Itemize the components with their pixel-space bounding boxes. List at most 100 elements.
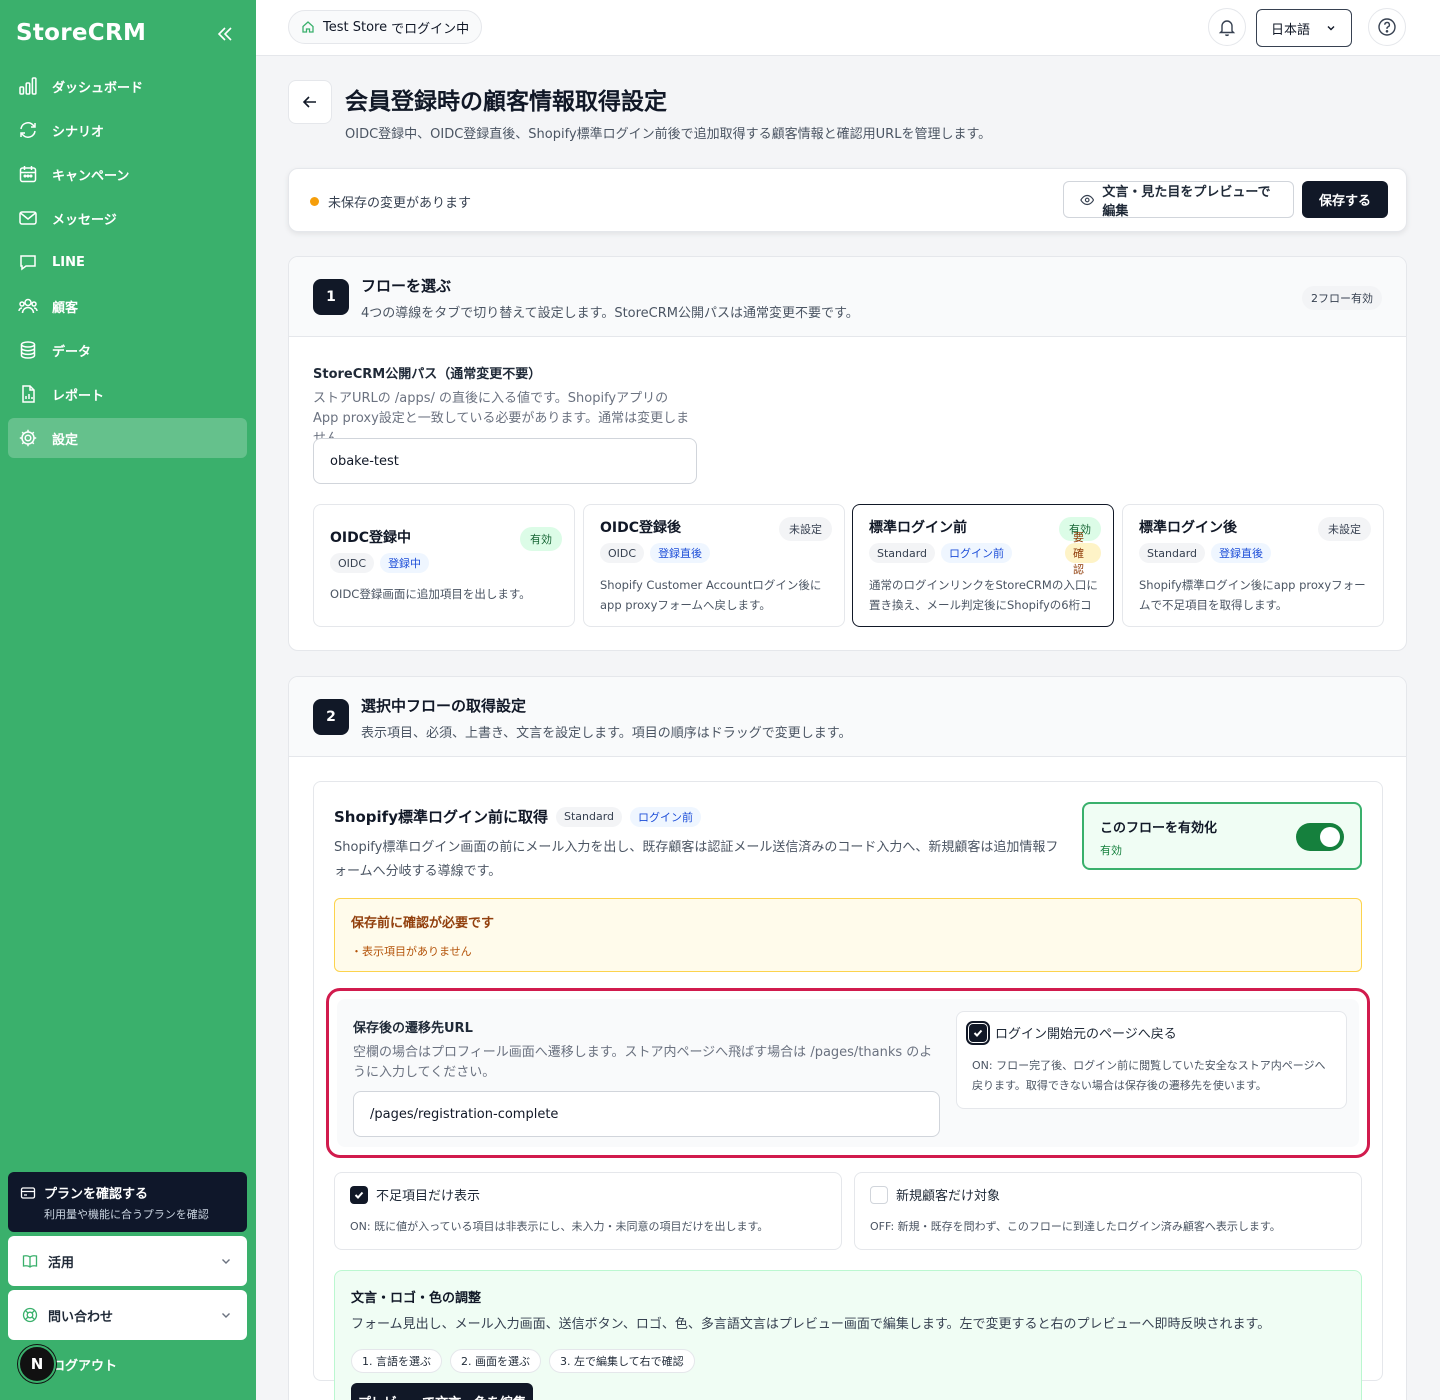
section-subtitle: 表示項目、必須、上書き、文言を設定します。項目の順序はドラッグで変更します。 xyxy=(361,726,852,741)
section-number: 1 xyxy=(313,279,349,315)
sidebar-item-campaign[interactable]: キャンペーン xyxy=(8,154,247,194)
page-title: 会員登録時の顧客情報取得設定 xyxy=(345,89,667,115)
flow-tab-oidc-after[interactable]: OIDC登録後 未設定 OIDC 登録直後 Shopify Customer A… xyxy=(583,504,845,627)
plan-card[interactable]: プランを確認する 利用量や機能に合うプランを確認 xyxy=(8,1172,247,1232)
topbar: Test Store でログイン中 日本語 xyxy=(256,0,1440,56)
return-origin-checkbox[interactable] xyxy=(966,1020,990,1045)
unsaved-dot xyxy=(310,197,319,206)
preview-edit-label: 文言・見た目をプレビューで編集 xyxy=(1102,184,1271,219)
flow-enable-switch[interactable] xyxy=(1296,823,1344,851)
return-origin-checkbox-row[interactable]: ログイン開始元のページへ戻る xyxy=(966,1020,1177,1045)
sidebar-item-dashboard[interactable]: ダッシュボード xyxy=(8,66,247,106)
return-origin-description: ON: フロー完了後、ログイン前に閲覧していた安全なストア内ページへ戻ります。取… xyxy=(972,1059,1326,1092)
unsaved-status: 未保存の変更があります xyxy=(328,196,472,211)
plan-title: プランを確認する xyxy=(44,1187,149,1202)
section-title: フローを選ぶ xyxy=(361,277,452,295)
logout-label: ログアウト xyxy=(52,1358,118,1374)
section-header: 2 選択中フローの取得設定 表示項目、必須、上書き、文言を設定します。項目の順序… xyxy=(289,677,1406,757)
mail-icon xyxy=(19,211,37,225)
new-customers-only-label: 新規顧客だけ対象 xyxy=(896,1189,1001,1204)
design-step: 1. 言語を選ぶ xyxy=(351,1349,442,1373)
missing-only-label: 不足項目だけ表示 xyxy=(376,1189,481,1204)
redirect-url-input[interactable]: /pages/registration-complete xyxy=(353,1091,940,1137)
store-indicator[interactable]: Test Store でログイン中 xyxy=(288,10,483,44)
page-subtitle: OIDC登録中、OIDC登録直後、Shopify標準ログイン前後で追加取得する顧… xyxy=(345,127,992,142)
main-content: 会員登録時の顧客情報取得設定 OIDC登録中、OIDC登録直後、Shopify標… xyxy=(256,56,1440,1400)
sidebar: StoreCRM ダッシュボード シナリオ キャンペーン メッセージ LINE … xyxy=(0,0,256,1400)
flow-status-badge: 未設定 xyxy=(779,517,832,541)
preview-edit-button[interactable]: 文言・見た目をプレビューで編集 xyxy=(1063,181,1294,219)
return-origin-option: ログイン開始元のページへ戻る ON: フロー完了後、ログイン前に閲覧していた安全… xyxy=(956,1011,1347,1109)
gear-icon xyxy=(19,429,37,447)
avatar[interactable]: N xyxy=(18,1345,56,1383)
sidebar-item-settings[interactable]: 設定 xyxy=(8,418,247,458)
validation-warning: 保存前に確認が必要です ・表示項目がありません xyxy=(334,898,1362,972)
sidebar-item-customers[interactable]: 顧客 xyxy=(8,286,247,326)
open-preview-editor-button[interactable]: プレビューで文言・色を編集 xyxy=(351,1383,533,1400)
flow-description: 通常のログインリンクをStoreCRMの入口に置き換え、メール判定後にShopi… xyxy=(869,578,1098,612)
flow-settings-title-text: Shopify標準ログイン前に取得 xyxy=(334,808,548,826)
missing-only-checkbox-row[interactable]: 不足項目だけ表示 xyxy=(350,1185,480,1204)
redirect-url-label: 保存後の遷移先URL xyxy=(353,1021,473,1036)
flow-title: 標準ログイン後 xyxy=(1139,520,1237,536)
section-number: 2 xyxy=(313,699,349,735)
notifications-button[interactable] xyxy=(1208,8,1246,46)
flow-select-card: 1 フローを選ぶ 4つの導線をタブで切り替えて設定します。StoreCRM公開パ… xyxy=(288,256,1407,651)
design-step: 2. 画面を選ぶ xyxy=(450,1349,541,1373)
new-customers-only-checkbox-row[interactable]: 新規顧客だけ対象 xyxy=(870,1185,1000,1204)
flow-description: OIDC登録画面に追加項目を出します。 xyxy=(330,587,531,601)
sidebar-item-label: レポート xyxy=(52,388,105,404)
help-icon xyxy=(1378,18,1396,36)
flow-settings-title: Shopify標準ログイン前に取得 Standard ログイン前 xyxy=(334,806,702,827)
check-icon xyxy=(973,1029,983,1037)
help-button[interactable] xyxy=(1368,8,1406,46)
usage-accordion[interactable]: 活用 xyxy=(8,1236,247,1286)
flow-tab-oidc-registering[interactable]: OIDC登録中 有効 OIDC 登録中 OIDC登録画面に追加項目を出します。 xyxy=(313,504,575,627)
warning-title: 保存前に確認が必要です xyxy=(351,916,495,931)
flow-settings-card: 2 選択中フローの取得設定 表示項目、必須、上書き、文言を設定します。項目の順序… xyxy=(288,676,1407,1400)
sidebar-item-data[interactable]: データ xyxy=(8,330,247,370)
missing-only-description: ON: 既に値が入っている項目は非表示にし、未入力・未同意の項目だけを出します。 xyxy=(350,1220,769,1233)
back-button[interactable] xyxy=(288,80,332,124)
logout-button[interactable]: N ログアウト xyxy=(18,1345,117,1383)
sidebar-item-label: データ xyxy=(52,344,92,360)
flow-title: OIDC登録中 xyxy=(330,530,412,546)
chat-icon xyxy=(20,255,36,271)
new-customers-only-description: OFF: 新規・既存を問わず、このフローに到達したログイン済み顧客へ表示します。 xyxy=(870,1220,1281,1233)
new-customers-only-option: 新規顧客だけ対象 OFF: 新規・既存を問わず、このフローに到達したログイン済み… xyxy=(854,1172,1362,1250)
design-steps: 1. 言語を選ぶ 2. 画面を選ぶ 3. 左で編集して右で確認 xyxy=(351,1349,695,1373)
toggle-status: 有効 xyxy=(1100,844,1122,857)
store-login-status: でログイン中 xyxy=(391,21,470,37)
sidebar-item-message[interactable]: メッセージ xyxy=(8,198,247,238)
contact-accordion[interactable]: 問い合わせ xyxy=(8,1290,247,1340)
sidebar-item-line[interactable]: LINE xyxy=(8,242,247,282)
flow-tab-standard-before[interactable]: 標準ログイン前 有効 Standard ログイン前 要確認 通常のログインリンク… xyxy=(852,504,1114,627)
sidebar-item-label: メッセージ xyxy=(52,212,117,228)
flow-tag: OIDC xyxy=(330,553,375,573)
save-bar: 未保存の変更があります 文言・見た目をプレビューで編集 保存する xyxy=(288,168,1407,232)
flow-settings-panel: Shopify標準ログイン前に取得 Standard ログイン前 Shopify… xyxy=(313,781,1383,1400)
design-step: 3. 左で編集して右で確認 xyxy=(549,1349,695,1373)
usage-label: 活用 xyxy=(48,1255,75,1271)
collapse-sidebar-icon[interactable] xyxy=(215,24,235,44)
flow-tag: Standard xyxy=(1139,543,1206,563)
redirect-url-hint: 空欄の場合はプロフィール画面へ遷移します。ストア内ページへ飛ばす場合は /pag… xyxy=(353,1045,933,1080)
public-path-input[interactable]: obake-test xyxy=(313,438,697,484)
flow-tag: ログイン前 xyxy=(630,806,702,827)
flow-tab-standard-after[interactable]: 標準ログイン後 未設定 Standard 登録直後 Shopify標準ログイン後… xyxy=(1122,504,1384,627)
flow-description: Shopify標準ログイン後にapp proxyフォームで不足項目を取得します。 xyxy=(1139,578,1366,612)
flow-status-badge: 有効 xyxy=(520,527,562,551)
missing-only-checkbox[interactable] xyxy=(350,1185,368,1204)
bar-chart-icon xyxy=(19,77,37,95)
sidebar-item-scenario[interactable]: シナリオ xyxy=(8,110,247,150)
new-customers-only-checkbox[interactable] xyxy=(870,1185,888,1204)
flow-status-badge: 未設定 xyxy=(1318,517,1371,541)
flow-tag: OIDC xyxy=(600,543,645,563)
language-select[interactable]: 日本語 xyxy=(1256,9,1352,47)
language-value: 日本語 xyxy=(1271,22,1311,38)
design-title: 文言・ロゴ・色の調整 xyxy=(351,1291,482,1306)
contact-label: 問い合わせ xyxy=(48,1309,114,1325)
sidebar-item-report[interactable]: レポート xyxy=(8,374,247,414)
app-logo[interactable]: StoreCRM xyxy=(16,20,146,46)
save-button[interactable]: 保存する xyxy=(1302,181,1388,218)
